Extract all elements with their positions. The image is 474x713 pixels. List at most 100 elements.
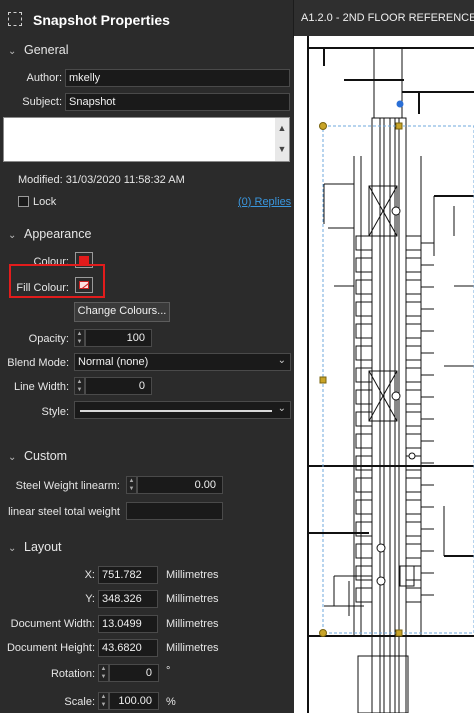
chevron-down-icon: ⌄ (8, 543, 17, 554)
structure-rung (405, 301, 422, 317)
rotation-unit: ° (166, 665, 171, 677)
chevron-down-icon: ⌄ (277, 355, 286, 366)
author-field[interactable]: mkelly (65, 69, 290, 87)
structure-rung (355, 587, 373, 603)
rotation-stepper[interactable]: ▲ ▼ (98, 664, 109, 682)
y-label: Y: (85, 593, 95, 605)
panel-title: Snapshot Properties (33, 12, 170, 28)
floor-plan-drawing[interactable] (294, 36, 474, 713)
lock-checkbox[interactable] (18, 196, 29, 207)
document-width-field[interactable]: 13.0499 (98, 615, 158, 633)
structure-rung (355, 367, 373, 383)
blue-marker-icon[interactable] (396, 100, 404, 108)
section-custom-header[interactable]: ⌄ Custom (8, 449, 67, 463)
rotation-field[interactable]: 0 (109, 664, 159, 682)
change-colours-button[interactable]: Change Colours... (74, 302, 170, 322)
x-unit: Millimetres (166, 569, 219, 581)
panel-header: Snapshot Properties (0, 0, 293, 38)
resize-handle[interactable] (395, 629, 403, 637)
document-width-label: Document Width: (10, 618, 95, 630)
x-field[interactable]: 751.782 (98, 566, 158, 584)
document-height-label: Document Height: (6, 642, 95, 654)
fill-colour-swatch[interactable] (75, 277, 93, 293)
structure-rung (355, 499, 373, 515)
colour-swatch-fill (79, 256, 89, 264)
y-field[interactable]: 348.326 (98, 590, 158, 608)
structure-rung (355, 433, 373, 449)
chevron-down-icon: ⌄ (8, 230, 17, 241)
comment-textarea[interactable]: ▲ ▼ (3, 117, 290, 162)
steel-weight-field[interactable]: 0.00 (137, 476, 223, 494)
line-style-preview (80, 410, 272, 412)
structure-rung (355, 565, 373, 581)
scale-field[interactable]: 100.00 (109, 692, 159, 710)
structure-rung (355, 235, 373, 251)
linear-steel-label: linear steel total weight (8, 506, 120, 518)
scale-stepper[interactable]: ▲ ▼ (98, 692, 109, 710)
y-unit: Millimetres (166, 593, 219, 605)
structure-rung (405, 235, 422, 251)
subject-field[interactable]: Snapshot (65, 93, 290, 111)
scale-label: Scale: (64, 696, 95, 708)
modified-text: Modified: 31/03/2020 11:58:32 AM (18, 174, 185, 186)
structure-rung (355, 389, 373, 405)
chevron-down-icon: ⌄ (8, 452, 17, 463)
structure-rung (405, 433, 422, 449)
steel-weight-label: Steel Weight linearm: (15, 480, 120, 492)
structure-rung (405, 521, 422, 537)
author-label: Author: (26, 72, 62, 84)
structure-rung (355, 279, 373, 295)
structure-rung (405, 477, 422, 493)
opacity-label: Opacity: (28, 333, 69, 345)
selection-dashed-square-icon (8, 12, 22, 26)
scale-unit: % (166, 696, 176, 708)
structure-rung (405, 257, 422, 273)
section-general-header[interactable]: ⌄ General (8, 43, 68, 57)
blend-mode-label: Blend Mode: (7, 357, 69, 369)
structure-rung (355, 345, 373, 361)
textarea-scrollbar[interactable]: ▲ ▼ (275, 118, 289, 161)
linear-steel-field[interactable] (126, 502, 223, 520)
structure-rung (355, 477, 373, 493)
resize-handle[interactable] (395, 122, 403, 130)
document-tab[interactable]: A1.2.0 - 2ND FLOOR REFERENCE F (294, 0, 474, 36)
resize-handle[interactable] (319, 122, 327, 130)
drawing-viewport[interactable]: A1.2.0 - 2ND FLOOR REFERENCE F (294, 0, 474, 713)
structure-rung (405, 279, 422, 295)
structure-rung (405, 367, 422, 383)
structure-rung (405, 411, 422, 427)
structure-rung (355, 301, 373, 317)
section-appearance-header[interactable]: ⌄ Appearance (8, 227, 91, 241)
document-height-field[interactable]: 43.6820 (98, 639, 158, 657)
structure-rung (405, 389, 422, 405)
opacity-field[interactable]: 100 (85, 329, 152, 347)
steel-weight-stepper[interactable]: ▲ ▼ (126, 476, 137, 494)
line-width-label: Line Width: (13, 381, 69, 393)
scroll-down-icon[interactable]: ▼ (275, 139, 289, 160)
resize-handle[interactable] (319, 629, 327, 637)
opacity-stepper[interactable]: ▲ ▼ (74, 329, 85, 347)
structure-rung (405, 543, 422, 559)
structure-rung (405, 323, 422, 339)
structure-rung (405, 587, 422, 603)
structure-rung (405, 499, 422, 515)
structure-rung (355, 543, 373, 559)
resize-handle[interactable] (319, 376, 327, 384)
line-style-select[interactable]: ⌄ (74, 401, 291, 419)
subject-label: Subject: (22, 96, 62, 108)
section-layout-header[interactable]: ⌄ Layout (8, 540, 62, 554)
style-label: Style: (41, 406, 69, 418)
chevron-down-icon: ⌄ (277, 403, 286, 414)
lock-label: Lock (33, 196, 57, 208)
fill-colour-label: Fill Colour: (16, 282, 69, 294)
no-fill-icon (79, 281, 89, 289)
chevron-down-icon: ⌄ (8, 46, 17, 57)
replies-link[interactable]: (0) Replies (238, 196, 291, 208)
document-width-unit: Millimetres (166, 618, 219, 630)
structure-rung (355, 455, 373, 471)
line-width-stepper[interactable]: ▲ ▼ (74, 377, 85, 395)
scroll-up-icon[interactable]: ▲ (275, 118, 289, 139)
structure-rung (355, 257, 373, 273)
blend-mode-select[interactable]: Normal (none) ⌄ (74, 353, 291, 371)
line-width-field[interactable]: 0 (85, 377, 152, 395)
